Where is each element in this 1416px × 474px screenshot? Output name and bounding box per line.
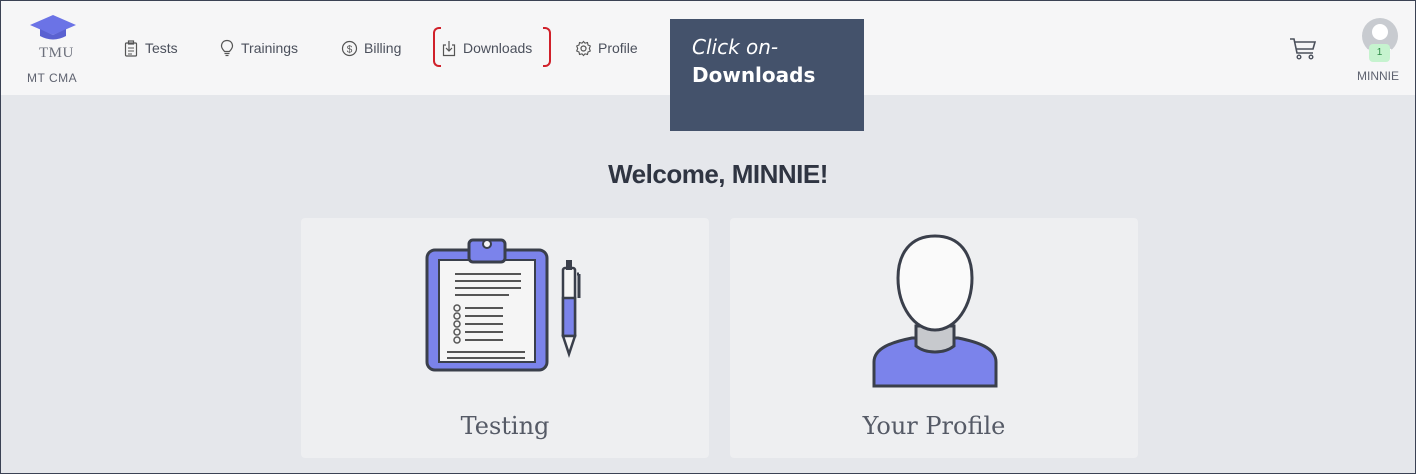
username-label[interactable]: MINNIE: [1357, 69, 1399, 83]
logo-text: TMU: [39, 45, 74, 61]
clipboard-pen-icon: [425, 238, 581, 372]
callout-line-2: Downloads: [692, 63, 816, 87]
brand-logo[interactable]: TMU MT CMA: [27, 13, 87, 93]
shopping-cart-icon: [1290, 38, 1317, 60]
nav-label-billing: Billing: [364, 40, 402, 56]
download-icon: [442, 40, 456, 56]
welcome-heading: Welcome, MINNIE!: [608, 159, 828, 189]
callout-line-1: Click on-: [692, 35, 779, 59]
app-window: TMU MT CMA Tests Trainings $ Billing Dow…: [0, 0, 1416, 474]
clipboard-icon: [124, 39, 138, 57]
nav-item-trainings[interactable]: Trainings: [219, 38, 298, 58]
your-profile-card[interactable]: Your Profile: [730, 218, 1138, 458]
cart-button[interactable]: [1289, 37, 1317, 66]
organization-name: MT CMA: [27, 71, 78, 85]
highlight-bracket-left: [433, 27, 441, 67]
lightbulb-icon: [220, 39, 234, 57]
testing-card[interactable]: Testing: [301, 218, 709, 458]
testing-card-label: Testing: [460, 412, 550, 440]
nav-label-profile: Profile: [598, 40, 638, 56]
nav-item-profile[interactable]: Profile: [575, 38, 638, 58]
graduation-cap-icon: [30, 15, 76, 40]
svg-text:$: $: [347, 44, 353, 55]
dollar-circle-icon: $: [341, 40, 358, 56]
notification-badge: 1: [1369, 44, 1390, 62]
your-profile-card-label: Your Profile: [862, 412, 1006, 440]
nav-item-downloads[interactable]: Downloads: [441, 38, 532, 58]
nav-item-tests[interactable]: Tests: [123, 38, 178, 58]
instruction-callout: Click on- Downloads: [670, 19, 864, 131]
nav-label-tests: Tests: [145, 40, 178, 56]
nav-label-downloads: Downloads: [463, 40, 533, 56]
gear-icon: [575, 40, 592, 56]
nav-label-trainings: Trainings: [241, 40, 299, 56]
highlight-bracket-right: [543, 27, 551, 67]
person-icon: [872, 234, 998, 388]
nav-item-billing[interactable]: $ Billing: [341, 38, 401, 58]
